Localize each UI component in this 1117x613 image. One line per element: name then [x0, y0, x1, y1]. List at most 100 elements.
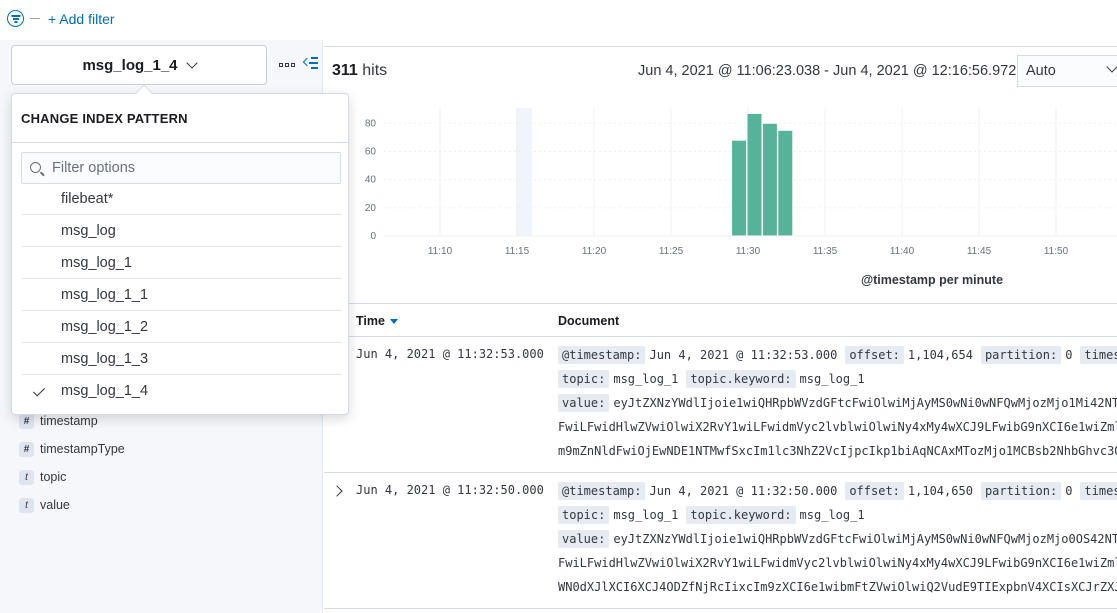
field-value: 1,104,650	[907, 484, 973, 498]
sort-down-icon[interactable]	[389, 318, 398, 324]
y-tick-label: 60	[365, 146, 377, 157]
x-tick-label: 11:35	[813, 246, 838, 257]
x-tick-label: 11:40	[890, 246, 915, 257]
string-type-icon: t	[19, 497, 34, 513]
field-key: value:	[558, 530, 610, 548]
column-header-document: Document	[558, 314, 620, 328]
table-row: Jun 4, 2021 @ 11:32:53.000 @timestamp: Jun…	[324, 337, 1117, 473]
field-key: value:	[558, 394, 610, 412]
option-label: msg_log_1	[61, 255, 132, 271]
popover-title: CHANGE INDEX PATTERN	[21, 111, 188, 126]
x-tick-label: 11:30	[736, 246, 761, 257]
x-axis-title: @timestamp per minute	[861, 273, 1003, 287]
document-line: WN0dXJlXCI6XCJ4ODZfNjRcIixcIm9zXCI6e1wib…	[558, 575, 1117, 599]
document-line: FwiLFwidHlwZVwiOlwiX2RvY1wiLFwidmVyc2lvb…	[558, 551, 1117, 575]
option-msg-log-1-3[interactable]: msg_log_1_3	[21, 343, 341, 375]
hits-number: 311	[332, 62, 358, 79]
field-name: value	[40, 498, 70, 512]
interval-value: Auto	[1026, 63, 1056, 79]
x-tick-label: 11:15	[505, 246, 530, 257]
field-value: FwiLFwidHlwZVwiOlwiX2RvY1wiLFwidmVyc2lvb…	[558, 420, 1117, 434]
document-line: value: eyJtZXNzYWdlIjoie1wiQHRpbWVzdGFtcF…	[558, 391, 1117, 415]
row-document: @timestamp: Jun 4, 2021 @ 11:32:53.000 off…	[558, 343, 1117, 463]
field-key: timest	[1080, 346, 1117, 364]
number-type-icon: #	[19, 441, 34, 457]
field-value: FwiLFwidHlwZVwiOlwiX2RvY1wiLFwidmVyc2lvb…	[558, 556, 1117, 570]
index-pattern-button[interactable]: msg_log_1_4	[11, 45, 267, 85]
field-value: Jun 4, 2021 @ 11:32:50.000	[649, 484, 838, 498]
column-header-time[interactable]: Time	[356, 314, 398, 328]
field-key: topic.keyword:	[686, 506, 796, 524]
field-item-value[interactable]: t value	[19, 491, 125, 519]
y-tick-label: 0	[370, 231, 376, 242]
table-header: Time Document	[324, 303, 1117, 337]
field-key: topic:	[558, 370, 610, 388]
x-tick-label: 11:20	[582, 246, 607, 257]
row-document: @timestamp: Jun 4, 2021 @ 11:32:50.000 off…	[558, 479, 1117, 599]
field-value: Jun 4, 2021 @ 11:32:53.000	[649, 348, 838, 362]
document-line: m9mZnNldFwiOjEwNDE1NTMwfSxcIm1lc3NhZ2VcI…	[558, 439, 1117, 463]
field-item-topic[interactable]: t topic	[19, 463, 125, 491]
option-label: msg_log_1_2	[61, 319, 149, 335]
chevron-down-icon	[1106, 61, 1117, 73]
field-key: partition:	[980, 482, 1062, 500]
field-value: msg_log_1	[799, 372, 865, 386]
field-value: eyJtZXNzYWdlIjoie1wiQHRpbWVzdGFtcFwiOlwi…	[613, 532, 1117, 546]
histogram-bar	[761, 122, 778, 237]
string-type-icon: t	[19, 469, 34, 485]
field-key: @timestamp:	[558, 346, 646, 364]
field-key: timest	[1080, 482, 1117, 500]
divider	[12, 142, 348, 143]
field-key: topic:	[558, 506, 610, 524]
option-msg-log-1-2[interactable]: msg_log_1_2	[21, 311, 341, 343]
index-options-icon[interactable]	[279, 63, 295, 67]
filter-options-input[interactable]	[52, 153, 332, 183]
option-msg-log-1[interactable]: msg_log_1	[21, 247, 341, 279]
x-tick-label: 11:25	[659, 246, 684, 257]
field-item-timestamptype[interactable]: # timestampType	[19, 435, 125, 463]
field-value: 0	[1065, 348, 1073, 362]
filter-bar: + Add filter	[0, 0, 1117, 40]
document-line: @timestamp: Jun 4, 2021 @ 11:32:50.000 off…	[558, 479, 1117, 503]
number-type-icon: #	[19, 413, 34, 429]
x-tick-label: 11:10	[428, 246, 453, 257]
main-panel: 311 hits Jun 4, 2021 @ 11:06:23.038 - Ju…	[324, 46, 1117, 613]
document-line: topic: msg_log_1 topic.keyword: msg_log_1	[558, 367, 1117, 391]
column-label: Time	[356, 314, 385, 328]
filter-options-field	[21, 152, 341, 184]
chevron-right-icon[interactable]	[331, 485, 343, 497]
field-name: topic	[40, 470, 67, 484]
option-label: filebeat*	[61, 191, 114, 207]
field-value: 0	[1065, 484, 1073, 498]
x-tick-label: 11:50	[1044, 246, 1069, 257]
y-tick-label: 20	[365, 203, 377, 214]
field-value: eyJtZXNzYWdlIjoie1wiQHRpbWVzdGFtcFwiOlwi…	[613, 396, 1117, 410]
field-value: m9mZnNldFwiOjEwNDE1NTMwfSxcIm1lc3NhZ2VcI…	[558, 444, 1117, 458]
option-filebeat[interactable]: filebeat*	[21, 183, 341, 215]
date-range: Jun 4, 2021 @ 11:06:23.038 - Jun 4, 2021…	[638, 63, 1017, 79]
change-index-pattern-popover: CHANGE INDEX PATTERN filebeat* msg_log m…	[11, 84, 349, 415]
option-msg-log-1-1[interactable]: msg_log_1_1	[21, 279, 341, 311]
field-name: timestamp	[40, 414, 98, 428]
option-msg-log-1-4[interactable]: msg_log_1_4	[21, 375, 341, 407]
add-filter-button[interactable]: + Add filter	[48, 11, 115, 27]
collapse-sidebar-icon[interactable]	[302, 57, 318, 69]
field-value: msg_log_1	[613, 372, 679, 386]
field-list: # timestamp # timestampType t topic t va…	[19, 407, 125, 519]
row-time: Jun 4, 2021 @ 11:32:53.000	[356, 347, 544, 361]
document-line: topic: msg_log_1 topic.keyword: msg_log_1	[558, 503, 1117, 527]
option-msg-log[interactable]: msg_log	[21, 215, 341, 247]
filter-icon[interactable]	[7, 10, 24, 27]
option-label: msg_log_1_4	[61, 383, 149, 399]
table-row: Jun 4, 2021 @ 11:32:50.000 @timestamp: Jun…	[324, 473, 1117, 609]
field-key: offset:	[845, 346, 904, 364]
field-key: partition:	[980, 346, 1062, 364]
highlight-band	[516, 108, 532, 236]
x-tick-label: 11:45	[967, 246, 992, 257]
search-icon	[30, 162, 41, 173]
chevron-down-icon	[185, 57, 198, 69]
index-pattern-options: filebeat* msg_log msg_log_1 msg_log_1_1 …	[21, 183, 341, 407]
hits-count: 311 hits	[332, 62, 387, 80]
row-time: Jun 4, 2021 @ 11:32:50.000	[356, 483, 544, 497]
interval-select[interactable]: Auto	[1017, 55, 1117, 87]
